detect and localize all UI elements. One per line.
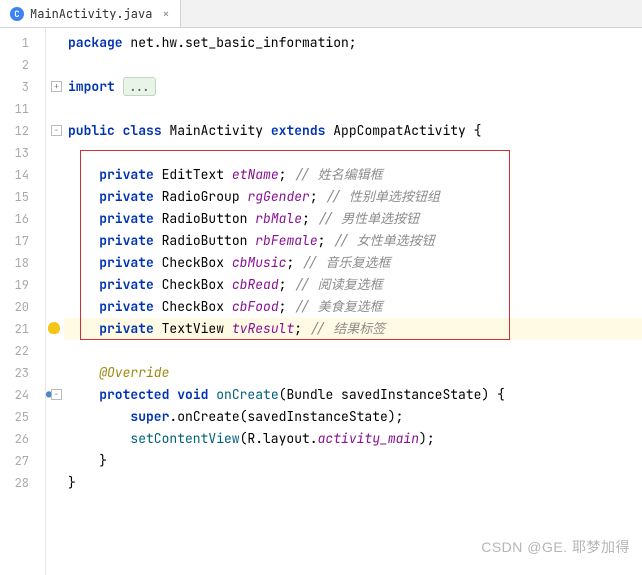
- line-number[interactable]: 3: [0, 76, 45, 98]
- keyword: import: [68, 78, 115, 95]
- code-area[interactable]: package net.hw.set_basic_information; im…: [64, 28, 642, 575]
- type: RadioButton: [162, 232, 248, 249]
- resource-ref: activity_main: [318, 430, 419, 447]
- line-number[interactable]: 28: [0, 472, 45, 494]
- tab-title: MainActivity.java: [30, 6, 152, 22]
- fold-icon[interactable]: −: [51, 389, 62, 400]
- watermark: CSDN @GE. 耶梦加得: [481, 537, 630, 557]
- comment: // 男性单选按钮: [318, 210, 419, 227]
- package-name: net.hw.set_basic_information;: [123, 34, 357, 51]
- line-number[interactable]: 26: [0, 428, 45, 450]
- line-number[interactable]: 18: [0, 252, 45, 274]
- line-number[interactable]: 17: [0, 230, 45, 252]
- comment: // 美食复选框: [294, 298, 382, 315]
- brace: }: [68, 474, 76, 491]
- superclass: AppCompatActivity {: [325, 122, 481, 139]
- line-number[interactable]: 2: [0, 54, 45, 76]
- line-number[interactable]: 14: [0, 164, 45, 186]
- type: TextView: [162, 320, 224, 337]
- annotation: @Override: [99, 364, 169, 381]
- line-number[interactable]: 27: [0, 450, 45, 472]
- type: RadioButton: [162, 210, 248, 227]
- java-class-icon: C: [10, 7, 24, 21]
- line-number[interactable]: 22: [0, 340, 45, 362]
- type: CheckBox: [162, 276, 224, 293]
- field-name: cbRead: [232, 276, 279, 293]
- args: (R.layout.: [240, 430, 318, 447]
- field-name: etName: [232, 166, 279, 183]
- editor: 1 2 3 11 12 13 14 15 16 17 18 19 20 21 2…: [0, 28, 642, 575]
- type: CheckBox: [162, 254, 224, 271]
- comment: // 结果标签: [310, 320, 385, 337]
- intention-bulb-icon[interactable]: [48, 322, 60, 334]
- keyword: super: [130, 408, 169, 425]
- brace: }: [99, 452, 107, 469]
- close-icon[interactable]: ×: [162, 6, 169, 22]
- field-name: rbMale: [255, 210, 302, 227]
- comment: // 女性单选按钮: [333, 232, 434, 249]
- comment: // 音乐复选框: [302, 254, 390, 271]
- class-name: MainActivity: [162, 122, 271, 139]
- keyword: package: [68, 34, 123, 51]
- line-number[interactable]: 25: [0, 406, 45, 428]
- line-number[interactable]: 19: [0, 274, 45, 296]
- keyword: private: [99, 298, 154, 315]
- params: (Bundle savedInstanceState) {: [279, 386, 505, 403]
- marker-gutter: + − ●↑−: [46, 28, 64, 575]
- keyword: private: [99, 232, 154, 249]
- line-number[interactable]: 11: [0, 98, 45, 120]
- keyword: private: [99, 188, 154, 205]
- folded-region[interactable]: ...: [123, 77, 156, 96]
- fold-icon[interactable]: +: [51, 81, 62, 92]
- field-name: rbFemale: [255, 232, 317, 249]
- keyword: private: [99, 166, 154, 183]
- keyword: class: [123, 122, 162, 139]
- keyword: public: [68, 122, 115, 139]
- keyword: private: [99, 276, 154, 293]
- method-call: setContentView: [130, 430, 239, 447]
- line-number-gutter: 1 2 3 11 12 13 14 15 16 17 18 19 20 21 2…: [0, 28, 46, 575]
- tab-bar: C MainActivity.java ×: [0, 0, 642, 28]
- line-number[interactable]: 21: [0, 318, 45, 340]
- type: RadioGroup: [162, 188, 240, 205]
- keyword: private: [99, 254, 154, 271]
- keyword: protected: [99, 386, 169, 403]
- method-name: onCreate: [216, 386, 278, 403]
- keyword: private: [99, 210, 154, 227]
- comment: // 性别单选按钮组: [325, 188, 439, 205]
- field-name: cbFood: [232, 298, 279, 315]
- file-tab[interactable]: C MainActivity.java ×: [0, 0, 181, 27]
- line-number[interactable]: 1: [0, 32, 45, 54]
- args: );: [419, 430, 435, 447]
- keyword: extends: [271, 122, 326, 139]
- field-name: rgGender: [247, 188, 309, 205]
- line-number[interactable]: 23: [0, 362, 45, 384]
- type: EditText: [162, 166, 224, 183]
- comment: // 阅读复选框: [294, 276, 382, 293]
- line-number[interactable]: 24: [0, 384, 45, 406]
- line-number[interactable]: 20: [0, 296, 45, 318]
- type: CheckBox: [162, 298, 224, 315]
- keyword: void: [177, 386, 208, 403]
- call: .onCreate(savedInstanceState);: [169, 408, 403, 425]
- field-name: tvResult: [232, 320, 294, 337]
- line-number[interactable]: 16: [0, 208, 45, 230]
- fold-icon[interactable]: −: [51, 125, 62, 136]
- line-number[interactable]: 15: [0, 186, 45, 208]
- keyword: private: [99, 320, 154, 337]
- comment: // 姓名编辑框: [294, 166, 382, 183]
- field-name: cbMusic: [232, 254, 287, 271]
- line-number[interactable]: 13: [0, 142, 45, 164]
- line-number[interactable]: 12: [0, 120, 45, 142]
